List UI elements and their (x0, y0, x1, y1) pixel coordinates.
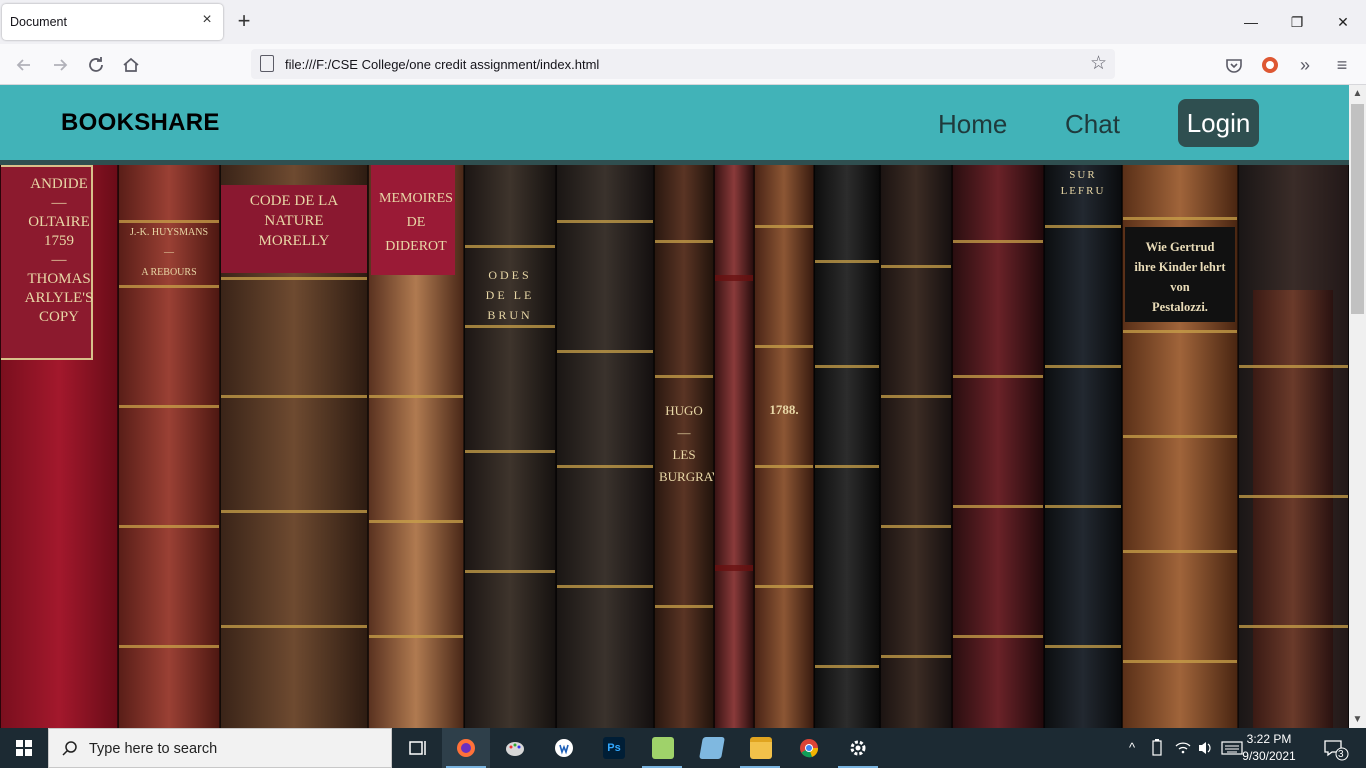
book-spine (556, 165, 654, 728)
app-taskbar-icon[interactable] (687, 728, 735, 768)
notification-count: 3 (1338, 749, 1344, 760)
book-spine: SUR LEFRU (1044, 165, 1122, 728)
notepadpp-taskbar-icon[interactable] (638, 728, 686, 768)
site-brand[interactable]: BOOKSHARE (61, 109, 220, 137)
site-header: BOOKSHARE Home Chat Login (0, 85, 1349, 160)
book-spine: HUGO — LES BURGRAV (654, 165, 721, 728)
windows-taskbar: Type here to search Ps ^ 3:22 PM 9/30/20… (0, 728, 1366, 768)
book-label: Wie Gertrud ihre Kinder lehrt von Pestal… (1134, 240, 1226, 314)
book-label: J.-K. HUYSMANS — A REBOURS (129, 227, 209, 278)
hamburger-menu-icon[interactable]: ≡ (1331, 54, 1353, 76)
book-spine: CODE DE LA NATURE MORELLY (220, 165, 368, 728)
book-spine: MEMOIRES DE DIDEROT (368, 165, 464, 728)
search-icon (62, 741, 77, 756)
close-window-button[interactable]: ✕ (1330, 10, 1356, 34)
book-label: ODES DE LE BRUN (485, 268, 535, 322)
book-spine: ODES DE LE BRUN (464, 165, 556, 728)
system-clock[interactable]: 3:22 PM 9/30/2021 (1240, 731, 1298, 765)
browser-toolbar: file:///F:/CSE College/one credit assign… (0, 44, 1366, 85)
nav-chat-link[interactable]: Chat (1065, 109, 1120, 140)
book-spine (814, 165, 880, 728)
url-text[interactable]: file:///F:/CSE College/one credit assign… (285, 57, 599, 72)
clock-date: 9/30/2021 (1242, 749, 1296, 763)
book-label: SUR LEFRU (1060, 169, 1106, 197)
minimize-button[interactable]: — (1238, 10, 1264, 34)
url-bar[interactable]: file:///F:/CSE College/one credit assign… (251, 49, 1115, 79)
book-label: CODE DE LA NATURE MORELLY (249, 193, 339, 249)
app-taskbar-icon[interactable] (540, 728, 588, 768)
tray-overflow-icon[interactable]: ^ (1122, 728, 1142, 768)
home-icon[interactable] (120, 54, 142, 76)
book-label: MEMOIRES DE DIDEROT (379, 191, 453, 254)
book-spine: J.-K. HUYSMANS — A REBOURS (118, 165, 220, 728)
login-button[interactable]: Login (1178, 99, 1259, 147)
book-spine (714, 165, 754, 728)
duckduckgo-extension-icon[interactable] (1259, 54, 1281, 76)
settings-taskbar-icon[interactable] (834, 728, 882, 768)
chrome-taskbar-icon[interactable] (785, 728, 833, 768)
page-viewport: BOOKSHARE Home Chat Login ANDIDE — OLTAI… (0, 85, 1349, 728)
page-scrollbar[interactable]: ▲ ▼ (1349, 85, 1366, 728)
book-spine: ANDIDE — OLTAIRE 1759 — THOMAS ARLYLE'S … (0, 165, 118, 728)
volume-icon[interactable] (1194, 728, 1216, 768)
search-placeholder: Type here to search (89, 741, 218, 757)
overflow-menu-icon[interactable]: » (1294, 54, 1316, 76)
book-spine: Wie Gertrud ihre Kinder lehrt von Pestal… (1122, 165, 1238, 728)
taskbar-search[interactable]: Type here to search (48, 728, 392, 768)
forward-icon[interactable] (49, 54, 71, 76)
new-tab-button[interactable]: + (234, 10, 254, 32)
battery-icon[interactable] (1146, 728, 1168, 768)
hero-books-image: ANDIDE — OLTAIRE 1759 — THOMAS ARLYLE'S … (0, 165, 1349, 728)
start-button[interactable] (0, 728, 48, 768)
wifi-icon[interactable] (1172, 728, 1194, 768)
nav-home-link[interactable]: Home (938, 109, 1007, 140)
file-explorer-taskbar-icon[interactable] (736, 728, 784, 768)
photoshop-taskbar-icon[interactable]: Ps (589, 728, 637, 768)
bookmark-star-icon[interactable]: ☆ (1090, 52, 1107, 75)
tab-close-icon[interactable]: × (199, 12, 215, 28)
browser-tab-bar: Document × + — ❐ ✕ (0, 0, 1366, 44)
firefox-taskbar-icon[interactable] (442, 728, 490, 768)
book-label: ANDIDE — OLTAIRE 1759 — THOMAS ARLYLE'S … (24, 176, 94, 325)
tab-title: Document (10, 15, 67, 29)
book-spine (1238, 165, 1349, 728)
notification-center-icon[interactable]: 3 (1318, 728, 1352, 768)
task-view-icon[interactable] (394, 728, 442, 768)
clock-time: 3:22 PM (1246, 732, 1292, 746)
book-spine (952, 165, 1044, 728)
book-spine (880, 165, 952, 728)
page-icon (260, 55, 274, 72)
paint-taskbar-icon[interactable] (491, 728, 539, 768)
restore-button[interactable]: ❐ (1284, 10, 1310, 34)
book-label: HUGO — LES BURGRAV (659, 403, 721, 484)
reload-icon[interactable] (85, 54, 107, 76)
scroll-down-icon[interactable]: ▼ (1349, 711, 1366, 728)
scroll-up-icon[interactable]: ▲ (1349, 85, 1366, 102)
browser-tab[interactable]: Document × (2, 4, 223, 40)
back-icon[interactable] (13, 54, 35, 76)
book-spine: 1788. (754, 165, 814, 728)
book-label: 1788. (769, 402, 799, 417)
scrollbar-thumb[interactable] (1351, 104, 1364, 314)
pocket-icon[interactable] (1223, 54, 1245, 76)
